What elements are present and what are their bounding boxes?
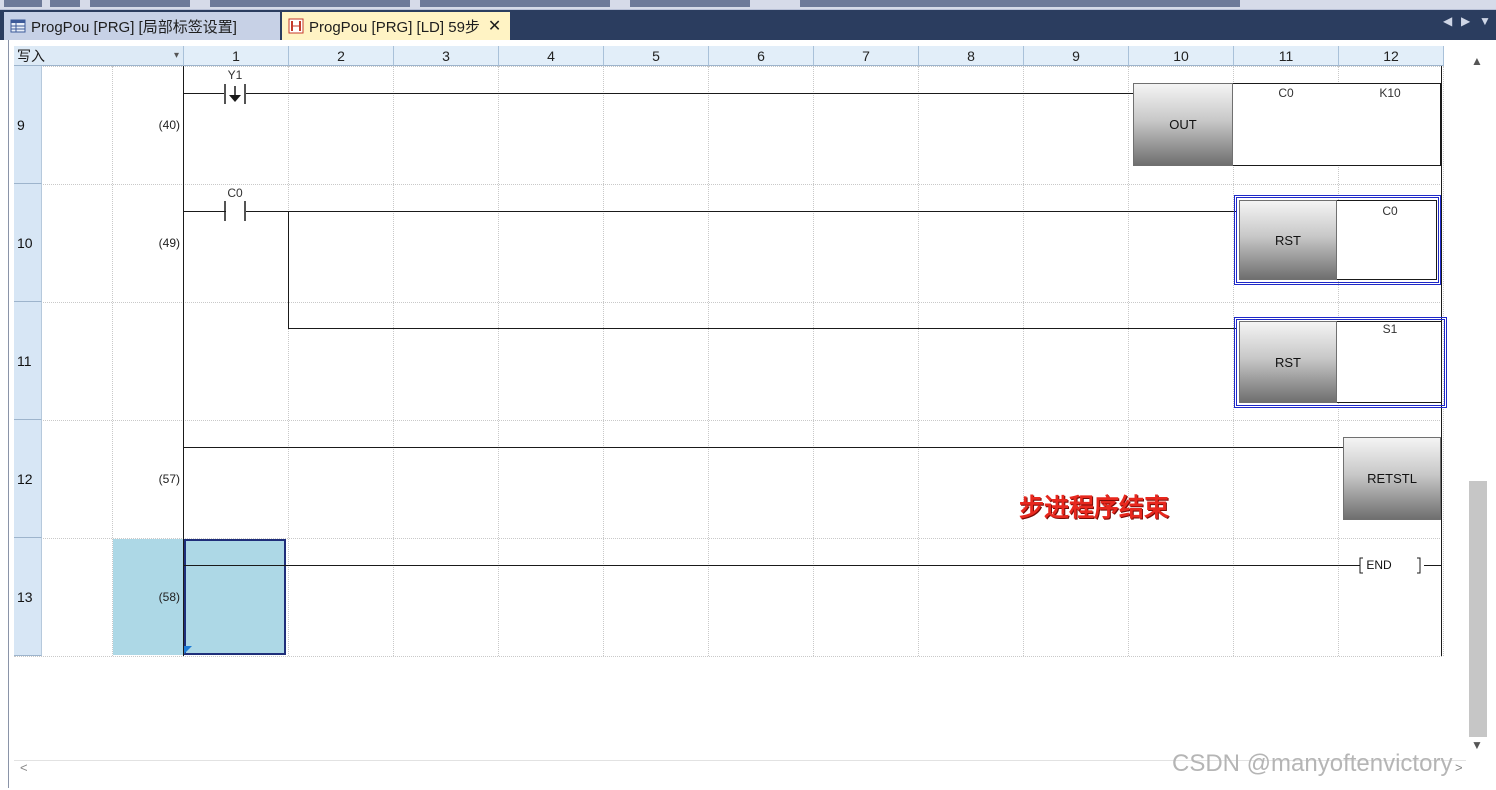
end-instruction[interactable]: END	[1358, 558, 1400, 572]
tab-scroll-left-icon[interactable]: ◀	[1443, 14, 1452, 28]
wire	[184, 447, 1344, 448]
row-header[interactable]: 11	[14, 302, 42, 420]
grid-row-line	[14, 184, 1442, 185]
rst-instruction[interactable]: RST	[1239, 321, 1337, 403]
left-power-rail	[183, 66, 184, 656]
annotation-text: 步进程序结束	[1019, 493, 1170, 522]
watermark-text: CSDN @manyoftenvictory	[1172, 750, 1453, 777]
mode-label: 写入	[17, 48, 45, 64]
scroll-left-icon[interactable]: <	[20, 760, 28, 775]
column-header: 1	[184, 46, 289, 66]
tab-ladder-program[interactable]: ProgPou [PRG] [LD] 59步 ✕	[282, 12, 510, 40]
line-number: 10	[17, 234, 33, 251]
rst-device-label: C0	[1382, 204, 1398, 218]
step-number: (58)	[158, 590, 180, 604]
falling-edge-contact[interactable]	[222, 84, 248, 104]
label-table-icon	[10, 19, 26, 33]
toolbar-icon[interactable]	[50, 0, 80, 7]
grid-row-line	[14, 66, 1442, 67]
toolbar-icon[interactable]	[800, 0, 1240, 7]
column-header: 7	[814, 46, 919, 66]
column-header: 3	[394, 46, 499, 66]
cursor-marker-icon	[184, 646, 192, 654]
grid-column-line	[393, 66, 394, 656]
grid-row-line	[14, 656, 1442, 657]
scroll-down-icon[interactable]: ▼	[1471, 738, 1483, 752]
column-header: 2	[289, 46, 394, 66]
out-instruction[interactable]: OUT	[1133, 83, 1233, 166]
grid-row-line	[14, 420, 1442, 421]
wire	[1424, 565, 1441, 566]
toolbar-icon[interactable]	[420, 0, 610, 7]
column-header: 4	[499, 46, 604, 66]
out-constant-label: K10	[1379, 86, 1401, 100]
wire	[246, 211, 1236, 212]
step-number: (49)	[158, 236, 180, 250]
chevron-down-icon: ▾	[173, 50, 179, 61]
toolbar-icon[interactable]	[630, 0, 750, 7]
line-number: 12	[17, 470, 33, 487]
toolbar-icon[interactable]	[4, 0, 42, 7]
wire	[288, 328, 1236, 329]
scroll-right-icon[interactable]: >	[1455, 760, 1463, 775]
step-number: (40)	[158, 118, 180, 132]
scroll-up-icon[interactable]: ▲	[1471, 54, 1483, 68]
ladder-icon	[288, 18, 304, 34]
grid-column-line	[288, 66, 289, 656]
cursor-cell[interactable]	[184, 539, 286, 655]
vertical-scroll-thumb[interactable]	[1469, 481, 1487, 737]
row-header[interactable]: 13	[14, 538, 42, 656]
wire	[184, 93, 224, 94]
row-header[interactable]: 12	[14, 420, 42, 538]
rst-device-label: S1	[1382, 322, 1398, 336]
line-number: 9	[17, 116, 25, 133]
grid-column-line	[1128, 66, 1129, 656]
branch-wire	[288, 211, 289, 329]
grid-column-line	[603, 66, 604, 656]
line-number: 11	[17, 352, 32, 369]
toolbar-icon[interactable]	[210, 0, 410, 7]
normally-open-contact[interactable]	[222, 201, 248, 221]
row-header[interactable]: 9	[14, 66, 42, 184]
row-header[interactable]: 10	[14, 184, 42, 302]
document-tab-bar: ProgPou [PRG] [局部标签设置] ProgPou [PRG] [LD…	[0, 10, 1496, 40]
tab-label: ProgPou [PRG] [局部标签设置]	[31, 18, 237, 36]
column-header: 8	[919, 46, 1024, 66]
column-header: 5	[604, 46, 709, 66]
toolbar-icon[interactable]	[90, 0, 190, 7]
grid-column-line	[918, 66, 919, 656]
mode-selector[interactable]: 写入 ▾	[14, 46, 184, 66]
column-header: 12	[1339, 46, 1444, 66]
step-number: (57)	[158, 472, 180, 486]
column-header: 6	[709, 46, 814, 66]
wire	[184, 211, 226, 212]
column-header: 10	[1129, 46, 1234, 66]
grid-column-line	[813, 66, 814, 656]
line-number: 13	[17, 588, 33, 605]
toolbar-strip	[0, 0, 1496, 10]
grid-column-line	[1023, 66, 1024, 656]
grid-row-line	[14, 302, 1442, 303]
wire	[246, 93, 1133, 94]
tab-scroll-right-icon[interactable]: ▶	[1461, 14, 1470, 28]
wire	[184, 565, 1360, 566]
close-icon[interactable]: ✕	[488, 16, 501, 36]
grid-column-line	[708, 66, 709, 656]
tab-local-label-settings[interactable]: ProgPou [PRG] [局部标签设置]	[4, 12, 280, 40]
out-device-label: C0	[1278, 86, 1294, 100]
column-header: 9	[1024, 46, 1129, 66]
tab-label: ProgPou [PRG] [LD] 59步	[309, 18, 480, 36]
grid-column-line	[498, 66, 499, 656]
tab-list-dropdown-icon[interactable]: ▼	[1479, 14, 1491, 28]
retstl-instruction[interactable]: RETSTL	[1343, 437, 1441, 520]
rst-instruction[interactable]: RST	[1239, 200, 1337, 280]
contact-device-label: Y1	[227, 68, 243, 82]
column-header: 11	[1234, 46, 1339, 66]
contact-device-label: C0	[227, 186, 243, 200]
